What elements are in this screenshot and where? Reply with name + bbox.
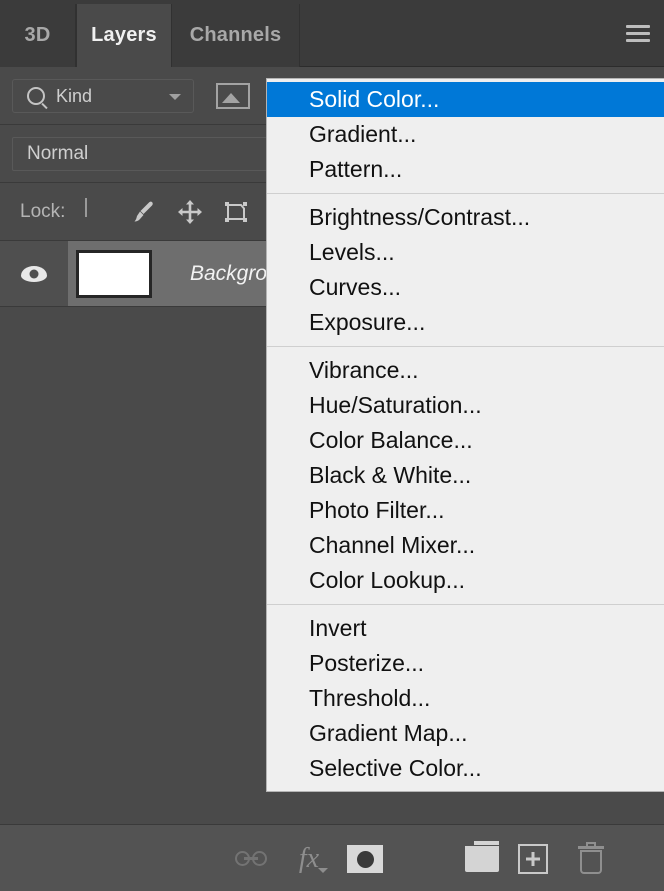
- menu-item[interactable]: Pattern...: [267, 152, 664, 187]
- hamburger-bar: [626, 25, 650, 28]
- image-filter-icon[interactable]: [216, 83, 250, 109]
- menu-item[interactable]: Black & White...: [267, 458, 664, 493]
- filter-kind-label: Kind: [56, 85, 93, 106]
- menu-item[interactable]: Curves...: [267, 270, 664, 305]
- transparency-checker-icon[interactable]: [85, 197, 111, 225]
- blend-mode-dropdown[interactable]: Normal: [12, 137, 272, 171]
- menu-item[interactable]: Color Lookup...: [267, 563, 664, 598]
- menu-separator: [267, 346, 664, 347]
- filter-kind-dropdown[interactable]: Kind: [12, 79, 194, 113]
- menu-item[interactable]: Solid Color...: [267, 82, 664, 117]
- menu-item[interactable]: Gradient...: [267, 117, 664, 152]
- menu-item[interactable]: Photo Filter...: [267, 493, 664, 528]
- layers-bottom-toolbar: fx: [0, 824, 664, 891]
- lock-label: Lock:: [20, 200, 66, 222]
- brush-icon[interactable]: [131, 199, 157, 225]
- menu-item[interactable]: Hue/Saturation...: [267, 388, 664, 423]
- hamburger-menu-icon[interactable]: [626, 25, 650, 42]
- menu-separator: [267, 193, 664, 194]
- panel-tabbar: 3D Layers Channels: [0, 0, 664, 67]
- tab-3d-label: 3D: [24, 24, 51, 46]
- menu-item[interactable]: Invert: [267, 611, 664, 646]
- new-group-icon[interactable]: [460, 837, 504, 881]
- photoshop-layers-panel: 3D Layers Channels Kind Normal Lock: Bac…: [0, 0, 664, 891]
- search-icon: [27, 87, 45, 105]
- layer-thumbnail[interactable]: [76, 249, 152, 298]
- menu-item[interactable]: Posterize...: [267, 646, 664, 681]
- menu-item[interactable]: Selective Color...: [267, 751, 664, 786]
- menu-item[interactable]: Exposure...: [267, 305, 664, 340]
- layer-style-fx-icon[interactable]: fx: [287, 837, 331, 881]
- chevron-down-icon: [169, 94, 181, 100]
- menu-item[interactable]: Color Balance...: [267, 423, 664, 458]
- fill-adjustment-menu[interactable]: Solid Color... Gradient... Pattern... Brigh…: [266, 78, 664, 792]
- tab-layers[interactable]: Layers: [76, 4, 172, 67]
- menu-item[interactable]: Vibrance...: [267, 353, 664, 388]
- tab-3d[interactable]: 3D: [0, 4, 76, 67]
- menu-separator: [267, 604, 664, 605]
- blend-mode-label: Normal: [27, 143, 89, 164]
- menu-item[interactable]: Threshold...: [267, 681, 664, 716]
- hamburger-bar: [626, 39, 650, 42]
- layer-mask-icon[interactable]: [343, 837, 387, 881]
- new-layer-icon[interactable]: [511, 837, 555, 881]
- tab-channels[interactable]: Channels: [172, 4, 300, 67]
- tab-layers-label: Layers: [91, 24, 157, 46]
- eye-icon[interactable]: [0, 241, 68, 306]
- delete-layer-icon[interactable]: [569, 837, 613, 881]
- hamburger-bar: [626, 32, 650, 35]
- move-icon[interactable]: [177, 199, 203, 225]
- menu-item[interactable]: Channel Mixer...: [267, 528, 664, 563]
- tab-channels-label: Channels: [189, 24, 282, 46]
- artboard-icon[interactable]: [223, 199, 249, 225]
- link-layers-icon[interactable]: [229, 837, 273, 881]
- menu-item[interactable]: Levels...: [267, 235, 664, 270]
- menu-item[interactable]: Brightness/Contrast...: [267, 200, 664, 235]
- menu-item[interactable]: Gradient Map...: [267, 716, 664, 751]
